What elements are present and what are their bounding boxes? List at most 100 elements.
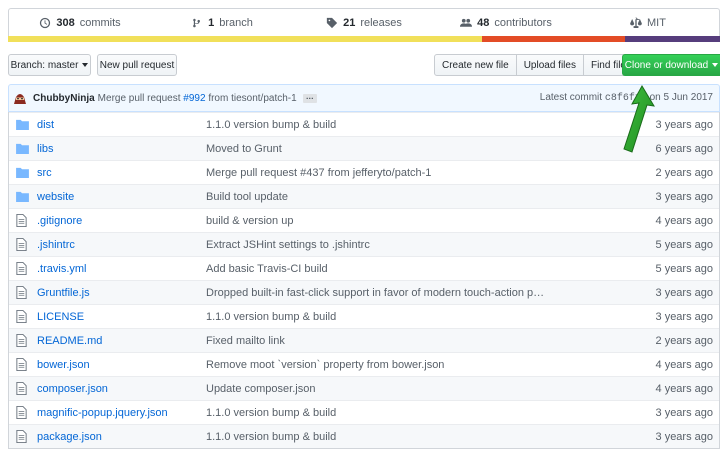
folder-icon (16, 119, 29, 130)
folder-icon (16, 143, 29, 154)
file-commit-message-link[interactable]: 1.1.0 version bump & build (206, 407, 336, 419)
file-row[interactable]: package.json 1.1.0 version bump & build 3 … (9, 424, 719, 448)
contributors-label: contributors (494, 17, 552, 29)
expand-commit-ellipsis[interactable]: … (302, 92, 317, 103)
file-commit-message-link[interactable]: Add basic Travis-CI build (206, 263, 328, 275)
latest-commit-info: Latest commit c8f6f15 on 5 Jun 2017 (540, 92, 713, 104)
file-name-link[interactable]: libs (37, 143, 212, 155)
file-row[interactable]: LICENSE 1.1.0 version bump & build 3 years… (9, 304, 719, 328)
file-commit-message-link[interactable]: Extract JSHint settings to .jshintrc (206, 239, 370, 251)
history-icon (40, 17, 51, 29)
file-row[interactable]: website Build tool update 3 years ago (9, 184, 719, 208)
file-commit-message-link[interactable]: Moved to Grunt (206, 143, 282, 155)
file-name-link[interactable]: .jshintrc (37, 239, 212, 251)
file-name-link[interactable]: .gitignore (37, 215, 212, 227)
clone-or-download-button[interactable]: Clone or download (622, 54, 720, 76)
file-row[interactable]: README.md Fixed mailto link 2 years ago (9, 328, 719, 352)
file-commit-message-link[interactable]: Build tool update (206, 191, 288, 203)
file-commit-message-link[interactable]: Merge pull request #437 from jefferyto/p… (206, 167, 431, 179)
file-name-link[interactable]: dist (37, 119, 212, 131)
commit-author[interactable]: ChubbyNinja (33, 93, 95, 104)
branch-select-button[interactable]: Branch: master (8, 54, 91, 76)
file-icon-wrap (16, 310, 29, 323)
file-commit-message-link[interactable]: Fixed mailto link (206, 335, 285, 347)
upload-files-button[interactable]: Upload files (515, 54, 584, 76)
file-commit-age: 3 years ago (655, 406, 713, 419)
file-commit-age: 3 years ago (655, 190, 713, 203)
file-commit-message-link[interactable]: Remove moot `version` property from bowe… (206, 359, 444, 371)
file-commit-age: 2 years ago (655, 334, 713, 347)
file-name-link[interactable]: bower.json (37, 359, 212, 371)
license-label: MIT (647, 17, 666, 29)
file-icon-wrap (16, 262, 29, 275)
file-icon (16, 334, 27, 347)
file-icon-wrap (16, 430, 29, 443)
file-name-link[interactable]: src (37, 167, 212, 179)
file-commit-age: 4 years ago (655, 358, 713, 371)
file-commit-age: 3 years ago (655, 430, 713, 443)
file-row[interactable]: composer.json Update composer.json 4 years… (9, 376, 719, 400)
caret-down-icon (712, 63, 719, 67)
file-icon-wrap (16, 334, 29, 347)
file-commit-message-link[interactable]: Update composer.json (206, 383, 315, 395)
latest-commit-bar: ChubbyNinja Merge pull request #992 from… (8, 84, 720, 112)
new-pull-request-label: New pull request (99, 59, 175, 71)
file-row[interactable]: src Merge pull request #437 from jefferyt… (9, 160, 719, 184)
branches-stat[interactable]: 1 branch (151, 9, 293, 37)
file-commit-message-link[interactable]: Dropped built-in fast-click support in f… (206, 287, 544, 299)
releases-label: releases (360, 17, 402, 29)
language-bar[interactable] (8, 36, 720, 42)
file-icon-wrap (16, 214, 29, 227)
file-name-link[interactable]: website (37, 191, 212, 203)
file-commit-age: 4 years ago (655, 382, 713, 395)
file-row[interactable]: bower.json Remove moot `version` property… (9, 352, 719, 376)
file-name-link[interactable]: .travis.yml (37, 263, 212, 275)
file-row[interactable]: .travis.yml Add basic Travis-CI build 5 ye… (9, 256, 719, 280)
file-commit-message-link[interactable]: build & version up (206, 215, 293, 227)
people-icon (460, 18, 473, 27)
file-commit-age: 3 years ago (655, 310, 713, 323)
commit-message-suffix[interactable]: from tiesont/patch-1 (208, 93, 296, 104)
folder-icon (16, 191, 29, 202)
file-commit-message-link[interactable]: 1.1.0 version bump & build (206, 119, 336, 131)
file-name-link[interactable]: README.md (37, 335, 212, 347)
file-icon-wrap (16, 286, 29, 299)
commits-count: 308 (56, 17, 75, 29)
commit-sha-link[interactable]: c8f6f15 (605, 93, 647, 104)
file-name-link[interactable]: package.json (37, 431, 212, 443)
file-name-link[interactable]: composer.json (37, 383, 212, 395)
license-stat[interactable]: MIT (577, 9, 719, 37)
releases-count: 21 (343, 17, 356, 29)
file-name-link[interactable]: magnific-popup.jquery.json (37, 407, 212, 419)
file-name-link[interactable]: LICENSE (37, 311, 212, 323)
file-row[interactable]: libs Moved to Grunt 6 years ago (9, 136, 719, 160)
contributors-count: 48 (477, 17, 490, 29)
commit-message-prefix[interactable]: Merge pull request (98, 93, 181, 104)
folder-icon (16, 167, 29, 178)
law-icon (630, 17, 642, 28)
file-row[interactable]: .gitignore build & version up 4 years ago (9, 208, 719, 232)
branch-icon (193, 18, 201, 28)
file-row[interactable]: dist 1.1.0 version bump & build 3 years ag… (9, 112, 719, 136)
file-row[interactable]: magnific-popup.jquery.json 1.1.0 version … (9, 400, 719, 424)
language-segment-css (624, 36, 720, 42)
branches-label: branch (219, 17, 253, 29)
file-icon (16, 310, 27, 323)
contributors-stat[interactable]: 48 contributors (435, 9, 577, 37)
file-row[interactable]: .jshintrc Extract JSHint settings to .jsh… (9, 232, 719, 256)
create-new-file-button[interactable]: Create new file (434, 54, 517, 76)
tag-icon (326, 17, 338, 29)
releases-stat[interactable]: 21 releases (293, 9, 435, 37)
avatar-ninja-icon[interactable] (13, 91, 27, 105)
caret-down-icon (82, 63, 89, 67)
new-pull-request-button[interactable]: New pull request (97, 54, 177, 76)
file-row[interactable]: Gruntfile.js Dropped built-in fast-click … (9, 280, 719, 304)
commits-stat[interactable]: 308 commits (9, 9, 151, 37)
file-name-link[interactable]: Gruntfile.js (37, 287, 212, 299)
commit-pr-link[interactable]: #992 (183, 93, 205, 104)
file-list: dist 1.1.0 version bump & build 3 years ag… (8, 112, 720, 449)
file-commit-age: 4 years ago (655, 214, 713, 227)
file-commit-message-link[interactable]: 1.1.0 version bump & build (206, 431, 336, 443)
file-commit-age: 3 years ago (655, 118, 713, 131)
file-commit-message-link[interactable]: 1.1.0 version bump & build (206, 311, 336, 323)
